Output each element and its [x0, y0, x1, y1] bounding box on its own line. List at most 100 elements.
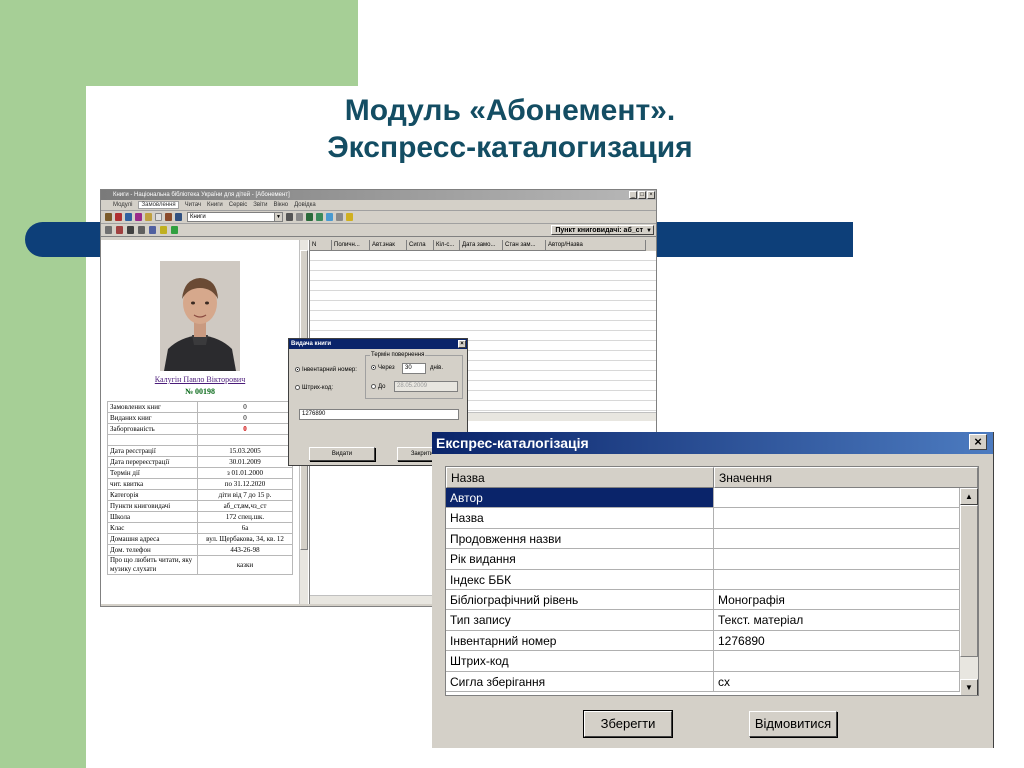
property-value[interactable]: Монографія: [714, 589, 960, 611]
info-label: Дата перереєстрації: [107, 456, 198, 468]
book-yellow-icon[interactable]: [145, 213, 152, 221]
grid-column-header[interactable]: N: [310, 240, 332, 251]
pen-icon[interactable]: [286, 213, 293, 221]
radio-after[interactable]: Через: [371, 365, 395, 371]
property-value[interactable]: Текст. матеріал: [714, 610, 960, 631]
scroll-down-icon[interactable]: ▼: [960, 679, 978, 695]
books-icon[interactable]: [105, 213, 112, 221]
inventory-number-input[interactable]: 1276890: [299, 409, 459, 420]
radio-until[interactable]: До: [371, 384, 385, 390]
menu-item[interactable]: Довідка: [294, 202, 316, 208]
property-value[interactable]: сх: [714, 671, 960, 692]
radio-dot-icon[interactable]: [295, 367, 300, 372]
property-value[interactable]: [714, 528, 960, 550]
info-value: 172 спец.шк.: [197, 511, 293, 523]
close-button[interactable]: ×: [647, 191, 655, 199]
menu-item[interactable]: Модулі: [113, 202, 132, 208]
maximize-button[interactable]: □: [638, 191, 646, 199]
menu-item[interactable]: Сервіс: [229, 202, 248, 208]
shelf-icon[interactable]: [165, 213, 172, 221]
close-icon[interactable]: ×: [458, 340, 466, 348]
property-row[interactable]: Тип запису Текст. матеріал: [446, 610, 978, 631]
down-arrow-icon[interactable]: [127, 226, 134, 234]
grid-column-header[interactable]: Кіл-с...: [434, 240, 460, 251]
reader-panel: Калугін Павло Вікторович № 00198 Замовле…: [101, 240, 310, 604]
property-row[interactable]: Рік видання: [446, 549, 978, 570]
filter-icon[interactable]: [160, 226, 167, 234]
radio-inventory[interactable]: Інвентарний номер:: [295, 367, 357, 373]
property-value[interactable]: [714, 549, 960, 570]
issue-button[interactable]: Видати: [309, 447, 375, 461]
property-row[interactable]: Назва: [446, 508, 978, 529]
return-term-group: Термін повернення Через 30 днів. До 28.0…: [365, 352, 463, 399]
reader-name[interactable]: Калугін Павло Вікторович: [101, 375, 299, 384]
property-value[interactable]: [714, 488, 960, 509]
module-combo[interactable]: Книги ▼: [187, 212, 283, 222]
table-icon[interactable]: [149, 226, 156, 234]
property-row[interactable]: Бібліографічний рівень Монографія: [446, 589, 978, 611]
green-top-block: [0, 0, 358, 86]
reader-icon[interactable]: [105, 226, 112, 234]
minimize-button[interactable]: _: [629, 191, 637, 199]
column-header-value[interactable]: Значення: [714, 467, 978, 488]
properties-scrollbar[interactable]: ▲ ▼: [960, 488, 978, 695]
globe-icon[interactable]: [326, 213, 333, 221]
menu-item[interactable]: Книги: [207, 202, 223, 208]
info-label: Термін дії: [107, 467, 198, 479]
property-row[interactable]: Сигла зберігання сх: [446, 671, 978, 692]
punkt-label: Пункт книговидачі: аб_ст: [555, 227, 643, 234]
list-icon[interactable]: [296, 213, 303, 221]
grid-column-header[interactable]: Автор/Назва: [546, 240, 646, 251]
info-row: Клас 6а: [107, 522, 293, 534]
info-value: 30.01.2009: [197, 456, 293, 468]
property-row[interactable]: Індекс ББК: [446, 569, 978, 590]
eraser-icon[interactable]: [155, 213, 162, 221]
printer-icon[interactable]: [336, 213, 343, 221]
help-icon[interactable]: [346, 213, 353, 221]
menu-item[interactable]: Вікно: [274, 202, 289, 208]
property-row[interactable]: Продовження назви: [446, 528, 978, 550]
cancel-button[interactable]: Відмовитися: [749, 711, 837, 737]
menu-item[interactable]: Звіти: [253, 202, 267, 208]
property-row[interactable]: Штрих-код: [446, 651, 978, 672]
property-name: Рік видання: [446, 549, 714, 570]
bag-icon[interactable]: [306, 213, 313, 221]
grid-column-header[interactable]: Поличн...: [332, 240, 370, 251]
date-input[interactable]: 28.05.2009: [394, 381, 458, 392]
info-value: 15.03.2005: [197, 445, 293, 457]
radio-barcode[interactable]: Штрих-код:: [295, 385, 333, 391]
property-value[interactable]: [714, 508, 960, 529]
grid-column-header[interactable]: Дата замо...: [460, 240, 503, 251]
radio-dot-icon[interactable]: [371, 384, 376, 389]
grid-column-header[interactable]: Стан зам...: [503, 240, 546, 251]
book-blue-icon[interactable]: [125, 213, 132, 221]
window-title: Книги - Національна бібліотека України д…: [113, 192, 290, 198]
grid-column-header[interactable]: Авт.знак: [370, 240, 407, 251]
refresh-icon[interactable]: [171, 226, 178, 234]
scrollbar-thumb[interactable]: [960, 505, 978, 657]
property-value[interactable]: 1276890: [714, 630, 960, 652]
save-button[interactable]: Зберегти: [583, 710, 673, 738]
tree-icon[interactable]: [316, 213, 323, 221]
punkt-selector[interactable]: Пункт книговидачі: аб_ст ▼: [551, 225, 654, 235]
book-red-icon[interactable]: [115, 213, 122, 221]
property-value[interactable]: [714, 651, 960, 672]
property-row[interactable]: Інвентарний номер 1276890: [446, 630, 978, 652]
library-icon[interactable]: [175, 213, 182, 221]
days-input[interactable]: 30: [402, 363, 426, 374]
chevron-down-icon[interactable]: ▼: [274, 213, 282, 221]
scroll-up-icon[interactable]: ▲: [960, 488, 978, 505]
property-row[interactable]: Автор: [446, 488, 978, 509]
card-icon[interactable]: [116, 226, 123, 234]
close-icon[interactable]: ×: [969, 434, 987, 450]
book-purple-icon[interactable]: [135, 213, 142, 221]
radio-dot-icon[interactable]: [371, 365, 376, 370]
column-header-name[interactable]: Назва: [446, 467, 714, 488]
property-value[interactable]: [714, 569, 960, 590]
info-label: Категорія: [107, 489, 198, 501]
radio-dot-icon[interactable]: [295, 385, 300, 390]
menu-item[interactable]: Замовлення: [138, 201, 179, 209]
grid-column-header[interactable]: Сигла: [407, 240, 434, 251]
copy-icon[interactable]: [138, 226, 145, 234]
menu-item[interactable]: Читач: [185, 202, 201, 208]
